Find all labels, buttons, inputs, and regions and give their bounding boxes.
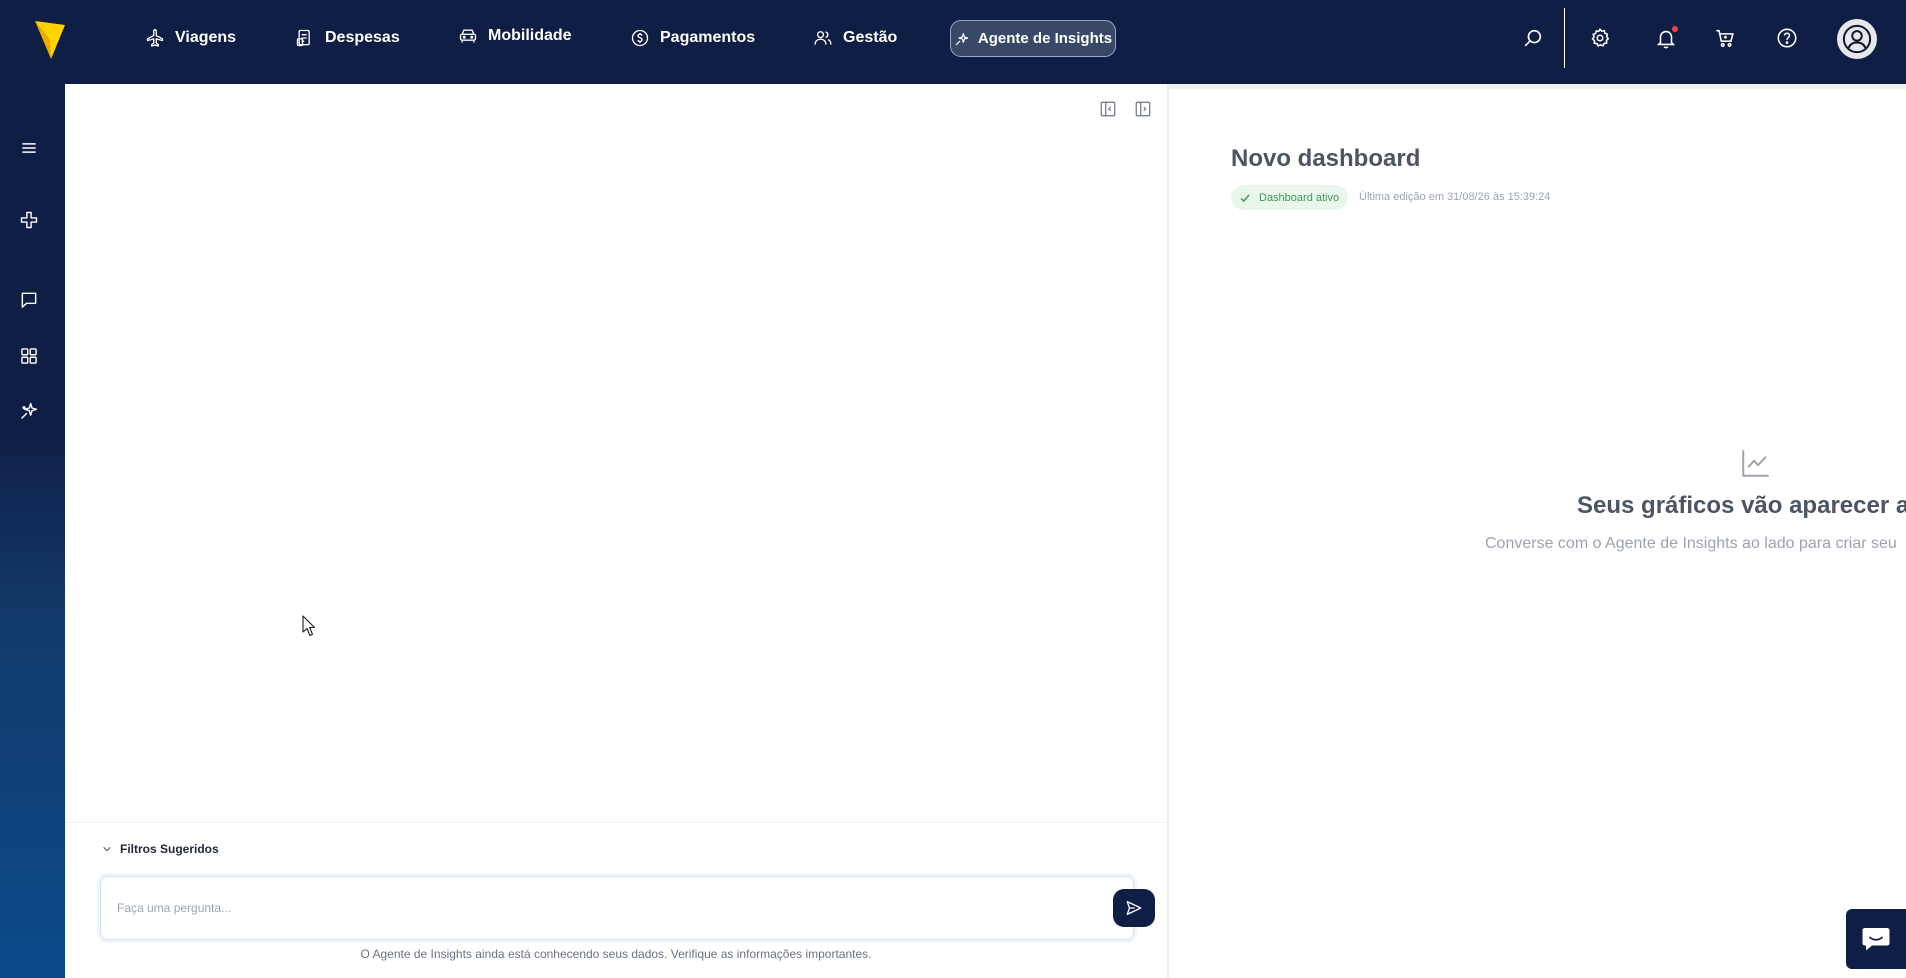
send-icon: [1126, 900, 1142, 916]
sparkle-icon: [955, 32, 969, 45]
status-label: Dashboard ativo: [1259, 191, 1340, 204]
question-input[interactable]: [117, 895, 1017, 921]
nav-item-pagamentos[interactable]: Pagamentos: [630, 22, 755, 54]
chevron-down-icon: [103, 846, 111, 852]
receipt-icon: [296, 29, 310, 47]
expand-right-button[interactable]: [1133, 99, 1153, 119]
cart-icon: [1716, 29, 1734, 47]
plus-icon: [20, 211, 38, 229]
nav-item-gestao[interactable]: Gestão: [813, 22, 897, 54]
user-avatar[interactable]: [1837, 19, 1877, 59]
check-icon: [1240, 194, 1250, 202]
insights-button[interactable]: [17, 399, 41, 423]
left-sidebar: [0, 84, 65, 978]
notification-dot: [1672, 26, 1678, 32]
airplane-icon: [146, 29, 164, 47]
last-edit-timestamp: Última edição em 31/08/26 às 15:39:24: [1359, 191, 1551, 203]
panel-collapse-left-icon: [1100, 101, 1116, 117]
nav-label-mobilidade: Mobilidade: [488, 27, 572, 44]
logo-icon[interactable]: [33, 17, 67, 61]
users-icon: [814, 31, 832, 45]
avatar-icon: [1842, 24, 1872, 54]
suggested-filters-toggle[interactable]: Filtros Sugeridos: [102, 842, 219, 856]
chat-button[interactable]: [17, 288, 41, 312]
collapse-left-button[interactable]: [1098, 99, 1118, 119]
nav-label-despesas: Despesas: [325, 29, 400, 46]
search-icon: [1524, 29, 1542, 47]
panel-expand-right-icon: [1135, 101, 1151, 117]
empty-state-subtitle: Converse com o Agente de Insights ao lad…: [1485, 535, 1897, 552]
cart-button[interactable]: [1711, 24, 1739, 52]
help-button[interactable]: [1773, 24, 1801, 52]
menu-icon: [22, 143, 36, 153]
search-button[interactable]: [1519, 24, 1547, 52]
nav-item-despesas[interactable]: Despesas: [295, 22, 400, 54]
chat-separator: [65, 822, 1167, 823]
chat-panel: Filtros Sugeridos O Agente de Insights a…: [65, 84, 1167, 978]
menu-button[interactable]: [17, 136, 41, 160]
chat-icon: [21, 292, 37, 308]
status-badge: Dashboard ativo: [1231, 185, 1349, 210]
nav-item-mobilidade[interactable]: Mobilidade: [458, 20, 572, 52]
nav-label-agente-de-insights: Agente de Insights: [977, 30, 1113, 47]
chat-bubble-icon: [1862, 928, 1890, 951]
dashboard-top-border: [1169, 84, 1906, 89]
top-navigation-bar: Viagens Despesas Mobilidade Pagamentos G…: [0, 0, 1906, 84]
gear-icon: [1591, 27, 1610, 47]
top-bar-divider: [1564, 8, 1565, 68]
dashboard-title[interactable]: Novo dashboard: [1231, 145, 1420, 173]
nav-label-viagens: Viagens: [175, 29, 237, 46]
dashboard-panel: Novo dashboard Dashboard ativo Última ed…: [1169, 84, 1906, 978]
line-chart-icon: [1742, 450, 1769, 477]
new-item-button[interactable]: [17, 208, 41, 232]
support-chat-button[interactable]: [1846, 909, 1906, 969]
settings-button[interactable]: [1586, 24, 1614, 52]
dashboards-button[interactable]: [17, 344, 41, 368]
nav-label-gestao: Gestão: [843, 29, 898, 46]
empty-state-title: Seus gráficos vão aparecer ac: [1577, 492, 1906, 519]
disclaimer-text: O Agente de Insights ainda está conhecen…: [360, 947, 872, 961]
dashboard-grid-icon: [21, 348, 37, 364]
sparkle-icon: [20, 402, 38, 420]
help-icon: [1777, 28, 1797, 48]
empty-state-icon-wrap: [1739, 446, 1773, 480]
question-input-box: [100, 876, 1155, 940]
suggested-filters-label: Filtros Sugeridos: [120, 842, 219, 856]
car-icon: [459, 29, 477, 43]
nav-label-pagamentos: Pagamentos: [660, 29, 756, 46]
nav-item-agente-de-insights[interactable]: Agente de Insights: [950, 20, 1116, 57]
nav-item-viagens[interactable]: Viagens: [145, 22, 236, 54]
dollar-coin-icon: [631, 29, 649, 47]
send-button[interactable]: [1113, 889, 1155, 927]
notifications-button[interactable]: [1652, 24, 1680, 52]
